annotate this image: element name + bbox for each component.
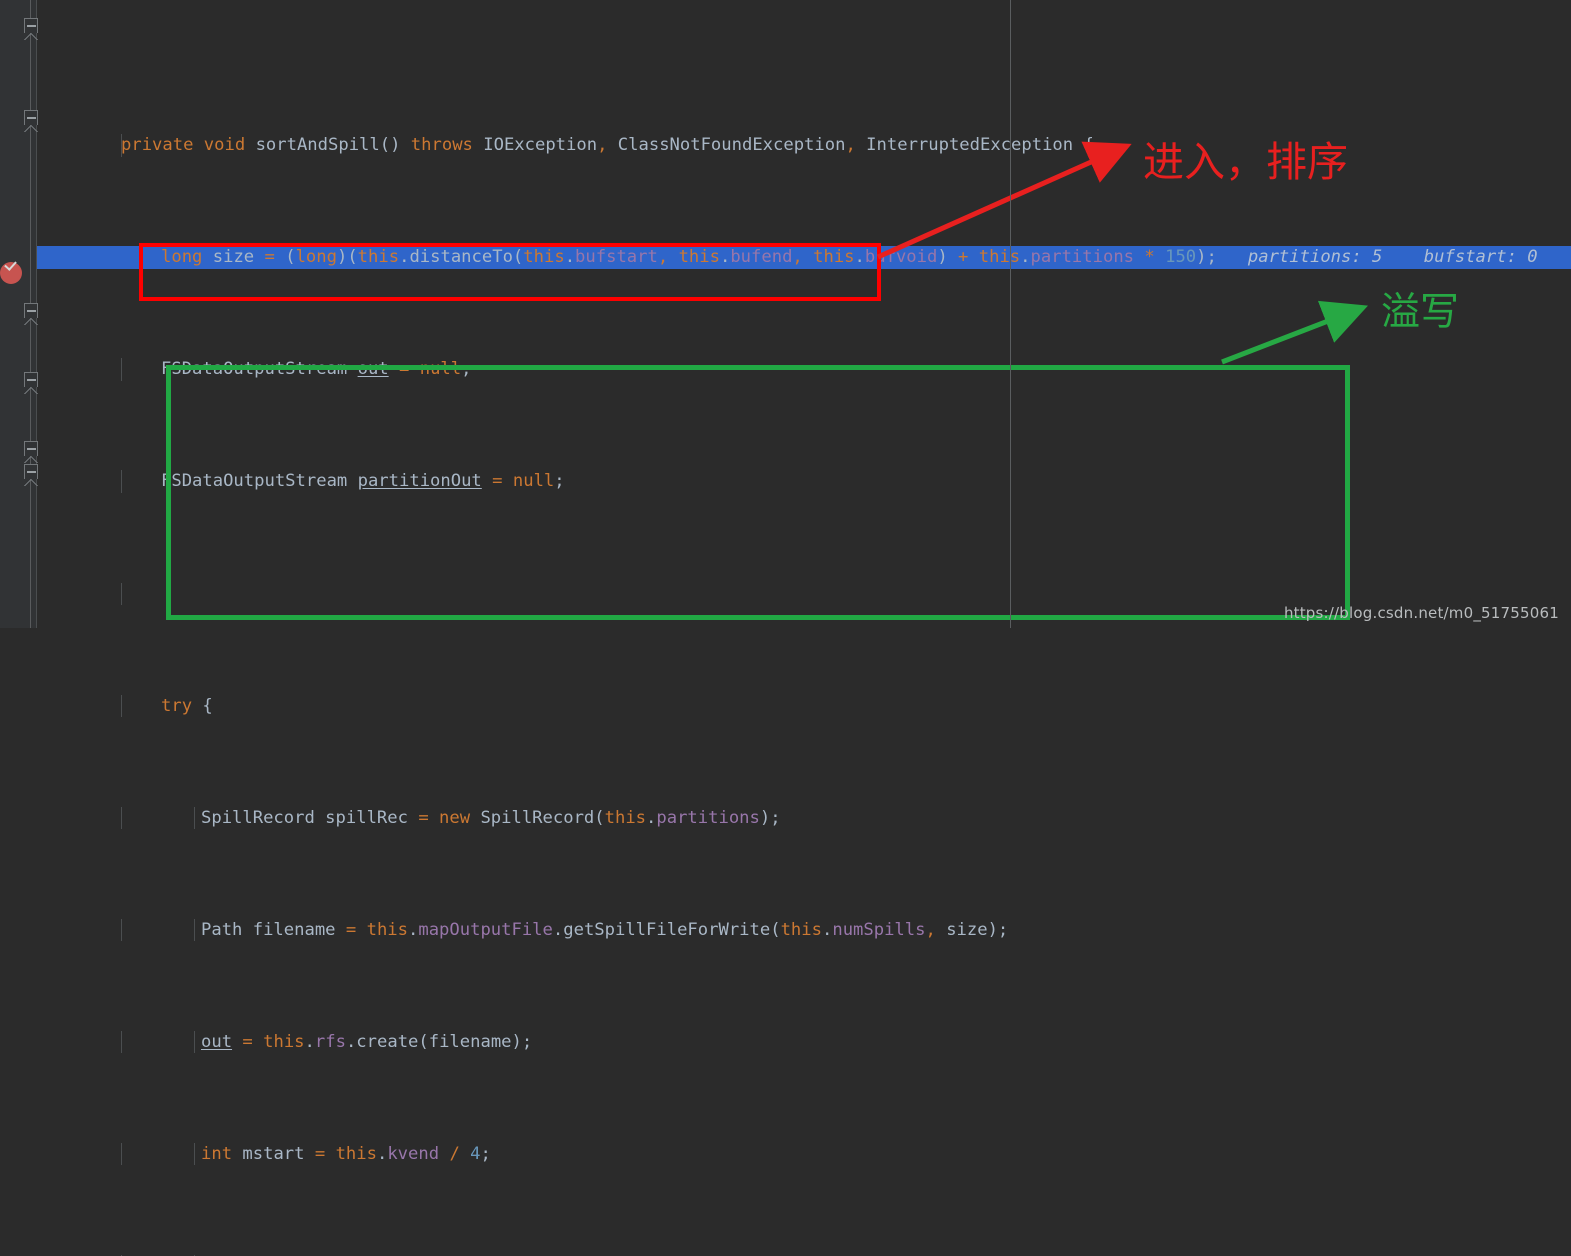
fold-marker-icon[interactable]	[24, 110, 38, 132]
code-line-executing[interactable]: long size = (long)(this.distanceTo(this.…	[37, 246, 1571, 269]
fold-marker-icon[interactable]	[24, 18, 38, 40]
fold-marker-icon[interactable]	[24, 303, 38, 325]
code-line[interactable]: int mend = 1 + (this.kvstart >= this.kve…	[37, 1254, 1571, 1256]
code-line[interactable]: try {	[37, 694, 1571, 717]
code-line[interactable]: out = this.rfs.create(filename);	[37, 1030, 1571, 1053]
fold-marker-icon[interactable]	[24, 464, 38, 486]
code-line[interactable]	[37, 582, 1571, 605]
code-line[interactable]: SpillRecord spillRec = new SpillRecord(t…	[37, 806, 1571, 829]
code-line[interactable]: private void sortAndSpill() throws IOExc…	[37, 134, 1571, 157]
fold-marker-icon[interactable]	[24, 372, 38, 394]
code-line[interactable]: FSDataOutputStream out = null;	[37, 358, 1571, 381]
fold-marker-icon[interactable]	[24, 441, 38, 463]
code-content[interactable]: private void sortAndSpill() throws IOExc…	[37, 0, 1571, 1256]
right-margin-guide	[1010, 0, 1011, 628]
code-line[interactable]: Path filename = this.mapOutputFile.getSp…	[37, 918, 1571, 941]
code-line[interactable]: FSDataOutputStream partitionOut = null;	[37, 470, 1571, 493]
breakpoint-icon[interactable]	[0, 258, 22, 284]
code-line[interactable]: int mstart = this.kvend / 4;	[37, 1142, 1571, 1165]
code-editor[interactable]: private void sortAndSpill() throws IOExc…	[0, 0, 1571, 1256]
